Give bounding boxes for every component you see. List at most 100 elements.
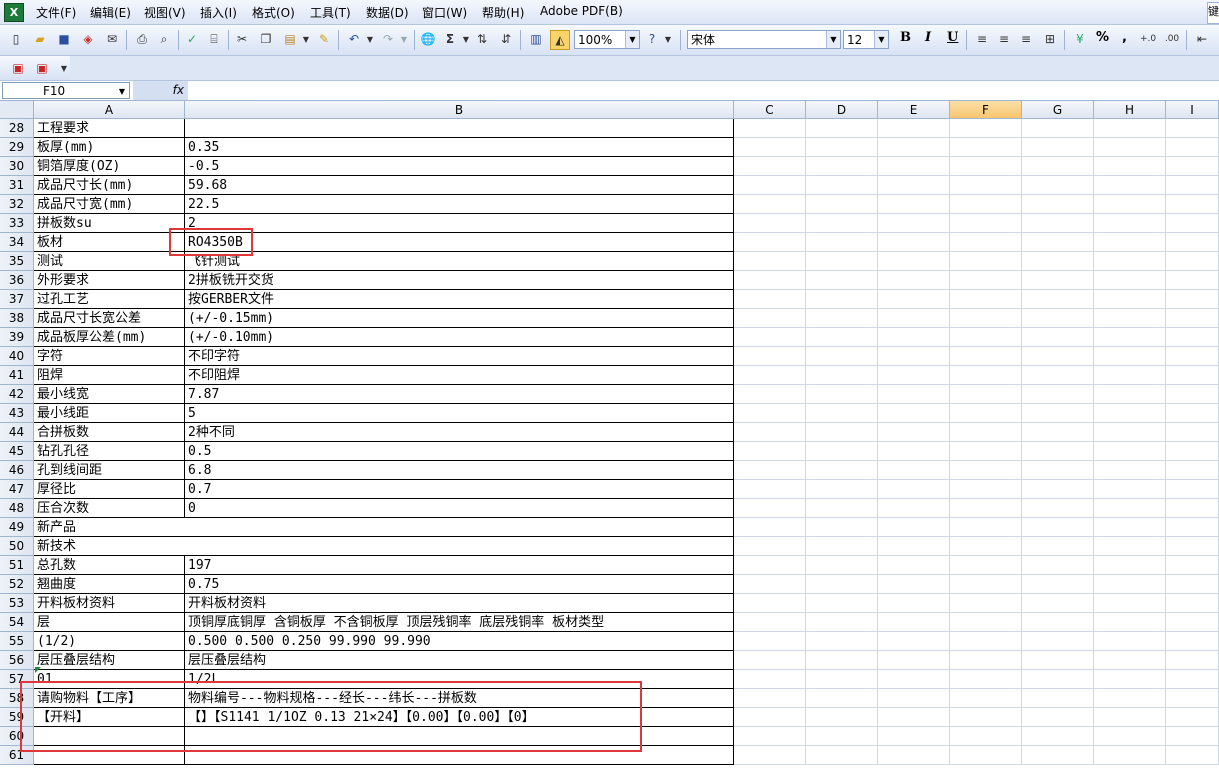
row-header[interactable]: 28 [0,119,34,138]
cell-a[interactable]: 孔到线间距 [34,461,185,480]
cell-c[interactable] [734,214,806,233]
cell-g[interactable] [1022,290,1094,309]
cell-h[interactable] [1094,176,1166,195]
cell-b[interactable]: 0.35 [185,138,734,157]
cell-g[interactable] [1022,404,1094,423]
cell-a[interactable]: 最小线宽 [34,385,185,404]
cell-g[interactable] [1022,309,1094,328]
row-header[interactable]: 58 [0,689,34,708]
cell-b[interactable]: 【】【S1141 1/1OZ 0.13 21×24】【0.00】【0.00】【0… [185,708,734,727]
cell-g[interactable] [1022,632,1094,651]
cell-h[interactable] [1094,423,1166,442]
cell-i[interactable] [1166,176,1219,195]
cell-e[interactable] [878,423,950,442]
cell-g[interactable] [1022,708,1094,727]
cell-g[interactable] [1022,119,1094,138]
cell-e[interactable] [878,176,950,195]
font-name-select[interactable]: 宋体 ▼ [687,30,841,49]
row-header[interactable]: 35 [0,252,34,271]
convert-to-pdf-icon[interactable]: ▣ [10,60,26,76]
cell-g[interactable] [1022,328,1094,347]
cell-b[interactable]: 不印阻焊 [185,366,734,385]
cell-h[interactable] [1094,138,1166,157]
cell-c[interactable] [734,480,806,499]
cell-h[interactable] [1094,290,1166,309]
cell-h[interactable] [1094,328,1166,347]
cell-i[interactable] [1166,537,1219,556]
cell-g[interactable] [1022,157,1094,176]
zoom-select[interactable]: 100% ▼ [574,30,640,49]
cell-f[interactable] [950,632,1022,651]
cell-e[interactable] [878,594,950,613]
sort-ascending-icon[interactable]: ⇅ [474,31,490,47]
cell-e[interactable] [878,290,950,309]
cell-f[interactable] [950,613,1022,632]
column-header-f[interactable]: F [950,101,1022,119]
cell-b[interactable]: 59.68 [185,176,734,195]
new-document-icon[interactable]: ▯ [8,31,24,47]
cell-b[interactable]: 0 [185,499,734,518]
cell-a[interactable]: 合拼板数 [34,423,185,442]
cell-c[interactable] [734,746,806,765]
name-box[interactable]: F10 ▼ [2,82,130,99]
cell-a[interactable]: 外形要求 [34,271,185,290]
cell-f[interactable] [950,708,1022,727]
cell-h[interactable] [1094,214,1166,233]
cell-f[interactable] [950,689,1022,708]
underline-button[interactable]: U [947,30,958,45]
cell-f[interactable] [950,575,1022,594]
row-header[interactable]: 48 [0,499,34,518]
research-icon[interactable]: ⌸ [206,31,222,47]
cell-c[interactable] [734,632,806,651]
spelling-icon[interactable]: ✓ [184,31,200,47]
row-header[interactable]: 39 [0,328,34,347]
cell-a[interactable]: 请购物料【工序】 [34,689,185,708]
cell-c[interactable] [734,537,806,556]
row-header[interactable]: 45 [0,442,34,461]
select-all-button[interactable] [0,101,34,119]
cell-f[interactable] [950,157,1022,176]
cell-f[interactable] [950,651,1022,670]
cell-f[interactable] [950,670,1022,689]
cell-i[interactable] [1166,271,1219,290]
cell-c[interactable] [734,613,806,632]
cell-f[interactable] [950,233,1022,252]
format-painter-icon[interactable]: ✎ [316,31,332,47]
row-header[interactable]: 57 [0,670,34,689]
cell-i[interactable] [1166,195,1219,214]
cell-c[interactable] [734,290,806,309]
cell-a[interactable]: 压合次数 [34,499,185,518]
cell-d[interactable] [806,537,878,556]
row-header[interactable]: 42 [0,385,34,404]
redo-icon[interactable]: ↷ [380,31,396,47]
cell-f[interactable] [950,499,1022,518]
cell-i[interactable] [1166,461,1219,480]
cell-e[interactable] [878,271,950,290]
cell-h[interactable] [1094,461,1166,480]
cell-d[interactable] [806,176,878,195]
cell-a[interactable]: 板厚(mm) [34,138,185,157]
menu-help[interactable]: 帮助(H) [482,4,524,21]
cell-g[interactable] [1022,499,1094,518]
cell-h[interactable] [1094,689,1166,708]
cell-g[interactable] [1022,233,1094,252]
cell-b[interactable]: 0.5 [185,442,734,461]
cell-d[interactable] [806,727,878,746]
cell-g[interactable] [1022,480,1094,499]
cell-e[interactable] [878,537,950,556]
cell-a[interactable]: 最小线距 [34,404,185,423]
cell-d[interactable] [806,195,878,214]
cell-i[interactable] [1166,480,1219,499]
menu-data[interactable]: 数据(D) [366,4,409,21]
cell-e[interactable] [878,214,950,233]
cell-c[interactable] [734,347,806,366]
cell-g[interactable] [1022,518,1094,537]
cell-g[interactable] [1022,271,1094,290]
cell-e[interactable] [878,613,950,632]
cell-e[interactable] [878,575,950,594]
cell-d[interactable] [806,499,878,518]
cell-g[interactable] [1022,423,1094,442]
cell-c[interactable] [734,556,806,575]
cell-d[interactable] [806,347,878,366]
cell-e[interactable] [878,119,950,138]
